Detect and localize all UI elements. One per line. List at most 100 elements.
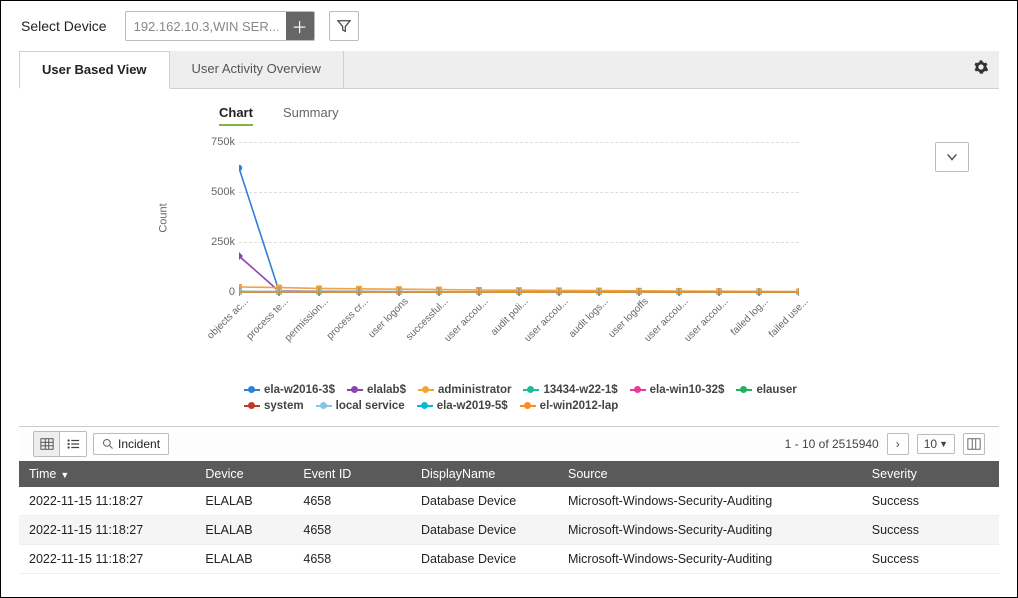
xtick: user accou...	[619, 296, 690, 367]
legend-item[interactable]: elauser	[736, 384, 796, 396]
list-icon	[66, 437, 80, 451]
cell-time: 2022-11-15 11:18:27	[19, 545, 195, 574]
xtick: audit logs...	[539, 296, 610, 367]
xtick: user accou...	[659, 296, 730, 367]
cell-severity: Success	[862, 545, 999, 574]
pager-next-button[interactable]: ›	[887, 433, 909, 455]
xtick: objects ac...	[179, 296, 250, 367]
cell-device: ELALAB	[195, 516, 293, 545]
cell-source: Microsoft-Windows-Security-Auditing	[558, 487, 862, 516]
col-header[interactable]: Event ID	[293, 461, 411, 487]
legend-label: el-win2012-lap	[540, 400, 619, 412]
cell-display: Database Device	[411, 516, 558, 545]
pager-range: 1 - 10 of 2515940	[785, 437, 879, 451]
xtick: process cr...	[299, 296, 370, 367]
legend-item[interactable]: elalab$	[347, 384, 406, 396]
xtick: audit poli...	[459, 296, 530, 367]
ytick: 750k	[199, 136, 235, 148]
caret-down-icon: ▼	[939, 439, 948, 449]
legend-label: administrator	[438, 384, 512, 396]
legend-item[interactable]: local service	[316, 400, 405, 412]
cell-source: Microsoft-Windows-Security-Auditing	[558, 516, 862, 545]
col-header[interactable]: Time▼	[19, 461, 195, 487]
legend-label: ela-w2016-3$	[264, 384, 335, 396]
ytick: 250k	[199, 236, 235, 248]
legend-label: elalab$	[367, 384, 406, 396]
legend-marker-icon	[736, 389, 752, 391]
legend-item[interactable]: system	[244, 400, 304, 412]
filter-icon	[337, 19, 351, 33]
ytick: 500k	[199, 186, 235, 198]
cell-display: Database Device	[411, 487, 558, 516]
xtick: failed log...	[699, 296, 770, 367]
table-row[interactable]: 2022-11-15 11:18:27ELALAB4658Database De…	[19, 516, 999, 545]
sort-desc-icon: ▼	[60, 470, 69, 480]
cell-severity: Success	[862, 487, 999, 516]
xtick: user accou...	[499, 296, 570, 367]
xtick: failed use...	[739, 296, 810, 367]
subtab-0[interactable]: Chart	[219, 101, 253, 126]
view-list-button[interactable]	[60, 432, 86, 456]
chart-legend: ela-w2016-3$ elalab$ administrator 13434-w2…	[244, 384, 814, 412]
plus-icon: ＋	[292, 14, 308, 38]
xtick: user logons	[339, 296, 410, 367]
legend-marker-icon	[523, 389, 539, 391]
search-icon	[102, 438, 114, 450]
cell-event_id: 4658	[293, 516, 411, 545]
legend-marker-icon	[316, 405, 332, 407]
col-header[interactable]: Severity	[862, 461, 999, 487]
table-header-row: Time▼DeviceEvent IDDisplayNameSourceSeve…	[19, 461, 999, 487]
legend-marker-icon	[347, 389, 363, 391]
cell-time: 2022-11-15 11:18:27	[19, 487, 195, 516]
legend-item[interactable]: 13434-w22-1$	[523, 384, 617, 396]
table-row[interactable]: 2022-11-15 11:18:27ELALAB4658Database De…	[19, 487, 999, 516]
col-header[interactable]: Device	[195, 461, 293, 487]
legend-label: ela-w2019-5$	[437, 400, 508, 412]
col-header[interactable]: Source	[558, 461, 862, 487]
tab-0[interactable]: User Based View	[19, 51, 170, 89]
legend-label: ela-win10-32$	[650, 384, 725, 396]
subtab-1[interactable]: Summary	[283, 101, 339, 126]
view-grid-button[interactable]	[34, 432, 60, 456]
legend-item[interactable]: ela-w2016-3$	[244, 384, 335, 396]
device-input[interactable]	[126, 13, 286, 40]
columns-icon	[967, 437, 981, 451]
incident-button[interactable]: Incident	[93, 433, 169, 455]
events-table: Time▼DeviceEvent IDDisplayNameSourceSeve…	[19, 461, 999, 574]
legend-label: local service	[336, 400, 405, 412]
chart-area: Count 0250k500k750k objects ac...process…	[189, 132, 829, 382]
columns-button[interactable]	[963, 433, 985, 455]
cell-device: ELALAB	[195, 545, 293, 574]
device-input-wrap: ＋	[125, 11, 315, 41]
chart-subtabs: Chart Summary	[219, 101, 979, 126]
settings-button[interactable]	[973, 59, 989, 75]
col-header[interactable]: DisplayName	[411, 461, 558, 487]
legend-item[interactable]: ela-w2019-5$	[417, 400, 508, 412]
cell-source: Microsoft-Windows-Security-Auditing	[558, 545, 862, 574]
chart-expand-button[interactable]	[935, 142, 969, 172]
legend-item[interactable]: ela-win10-32$	[630, 384, 725, 396]
legend-item[interactable]: el-win2012-lap	[520, 400, 619, 412]
page-size-value: 10	[924, 437, 937, 451]
xtick: process te...	[219, 296, 290, 367]
legend-marker-icon	[418, 389, 434, 391]
legend-item[interactable]: administrator	[418, 384, 512, 396]
xtick: user logoffs	[579, 296, 650, 367]
cell-severity: Success	[862, 516, 999, 545]
y-axis-label: Count	[158, 203, 170, 232]
filter-button[interactable]	[329, 11, 359, 41]
legend-marker-icon	[630, 389, 646, 391]
main-tabs: User Based ViewUser Activity Overview	[19, 51, 999, 89]
xtick: user accou...	[419, 296, 490, 367]
page-size-select[interactable]: 10 ▼	[917, 434, 955, 454]
add-device-button[interactable]: ＋	[286, 12, 314, 40]
xtick: permission...	[259, 296, 330, 367]
cell-display: Database Device	[411, 545, 558, 574]
table-row[interactable]: 2022-11-15 11:18:27ELALAB4658Database De…	[19, 545, 999, 574]
chevron-right-icon: ›	[896, 437, 900, 451]
header: Select Device ＋	[1, 1, 1017, 47]
table-toolbar: Incident 1 - 10 of 2515940 › 10 ▼	[19, 426, 999, 461]
pager: 1 - 10 of 2515940 › 10 ▼	[785, 433, 985, 455]
legend-label: system	[264, 400, 304, 412]
tab-1[interactable]: User Activity Overview	[170, 51, 344, 88]
